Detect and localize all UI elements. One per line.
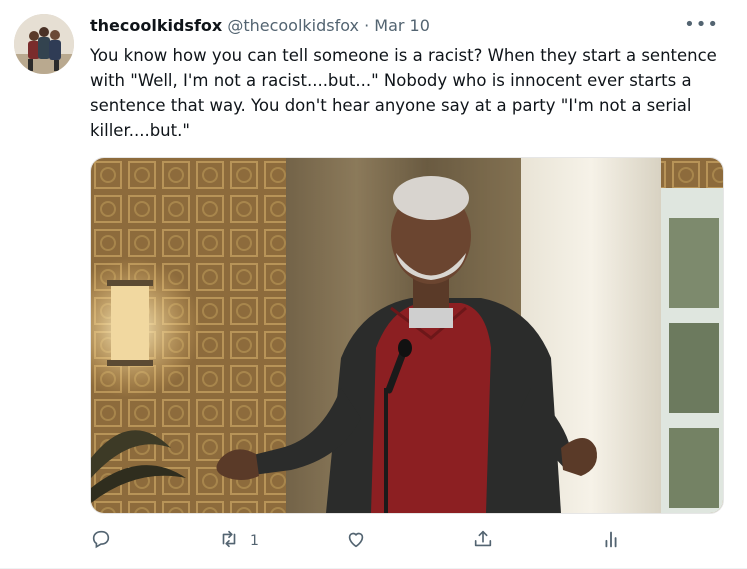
reply-button[interactable] xyxy=(90,528,112,554)
tweet-actions: 1 xyxy=(90,528,650,556)
more-options-icon[interactable]: ••• xyxy=(684,14,719,35)
tweet: thecoolkidsfox @thecoolkidsfox · Mar 10 … xyxy=(0,0,747,569)
tweet-text: You know how you can tell someone is a r… xyxy=(90,46,717,140)
media-photo xyxy=(91,158,723,513)
avatar[interactable] xyxy=(14,14,74,74)
display-name[interactable]: thecoolkidsfox xyxy=(90,16,222,35)
retweet-icon xyxy=(218,528,240,554)
heart-icon xyxy=(345,528,367,554)
tweet-media-image[interactable] xyxy=(90,157,724,514)
retweet-count: 1 xyxy=(250,533,259,549)
analytics-icon xyxy=(600,528,622,554)
like-button[interactable] xyxy=(345,528,367,554)
avatar-image xyxy=(14,14,74,74)
tweet-header: thecoolkidsfox @thecoolkidsfox · Mar 10 xyxy=(90,15,430,37)
tweet-date[interactable]: Mar 10 xyxy=(374,16,430,35)
share-icon xyxy=(472,528,494,554)
handle[interactable]: @thecoolkidsfox xyxy=(227,16,359,35)
retweet-button[interactable]: 1 xyxy=(218,528,259,554)
analytics-button[interactable] xyxy=(600,528,622,554)
separator-dot: · xyxy=(364,16,370,35)
share-button[interactable] xyxy=(472,528,494,554)
reply-icon xyxy=(90,528,112,554)
